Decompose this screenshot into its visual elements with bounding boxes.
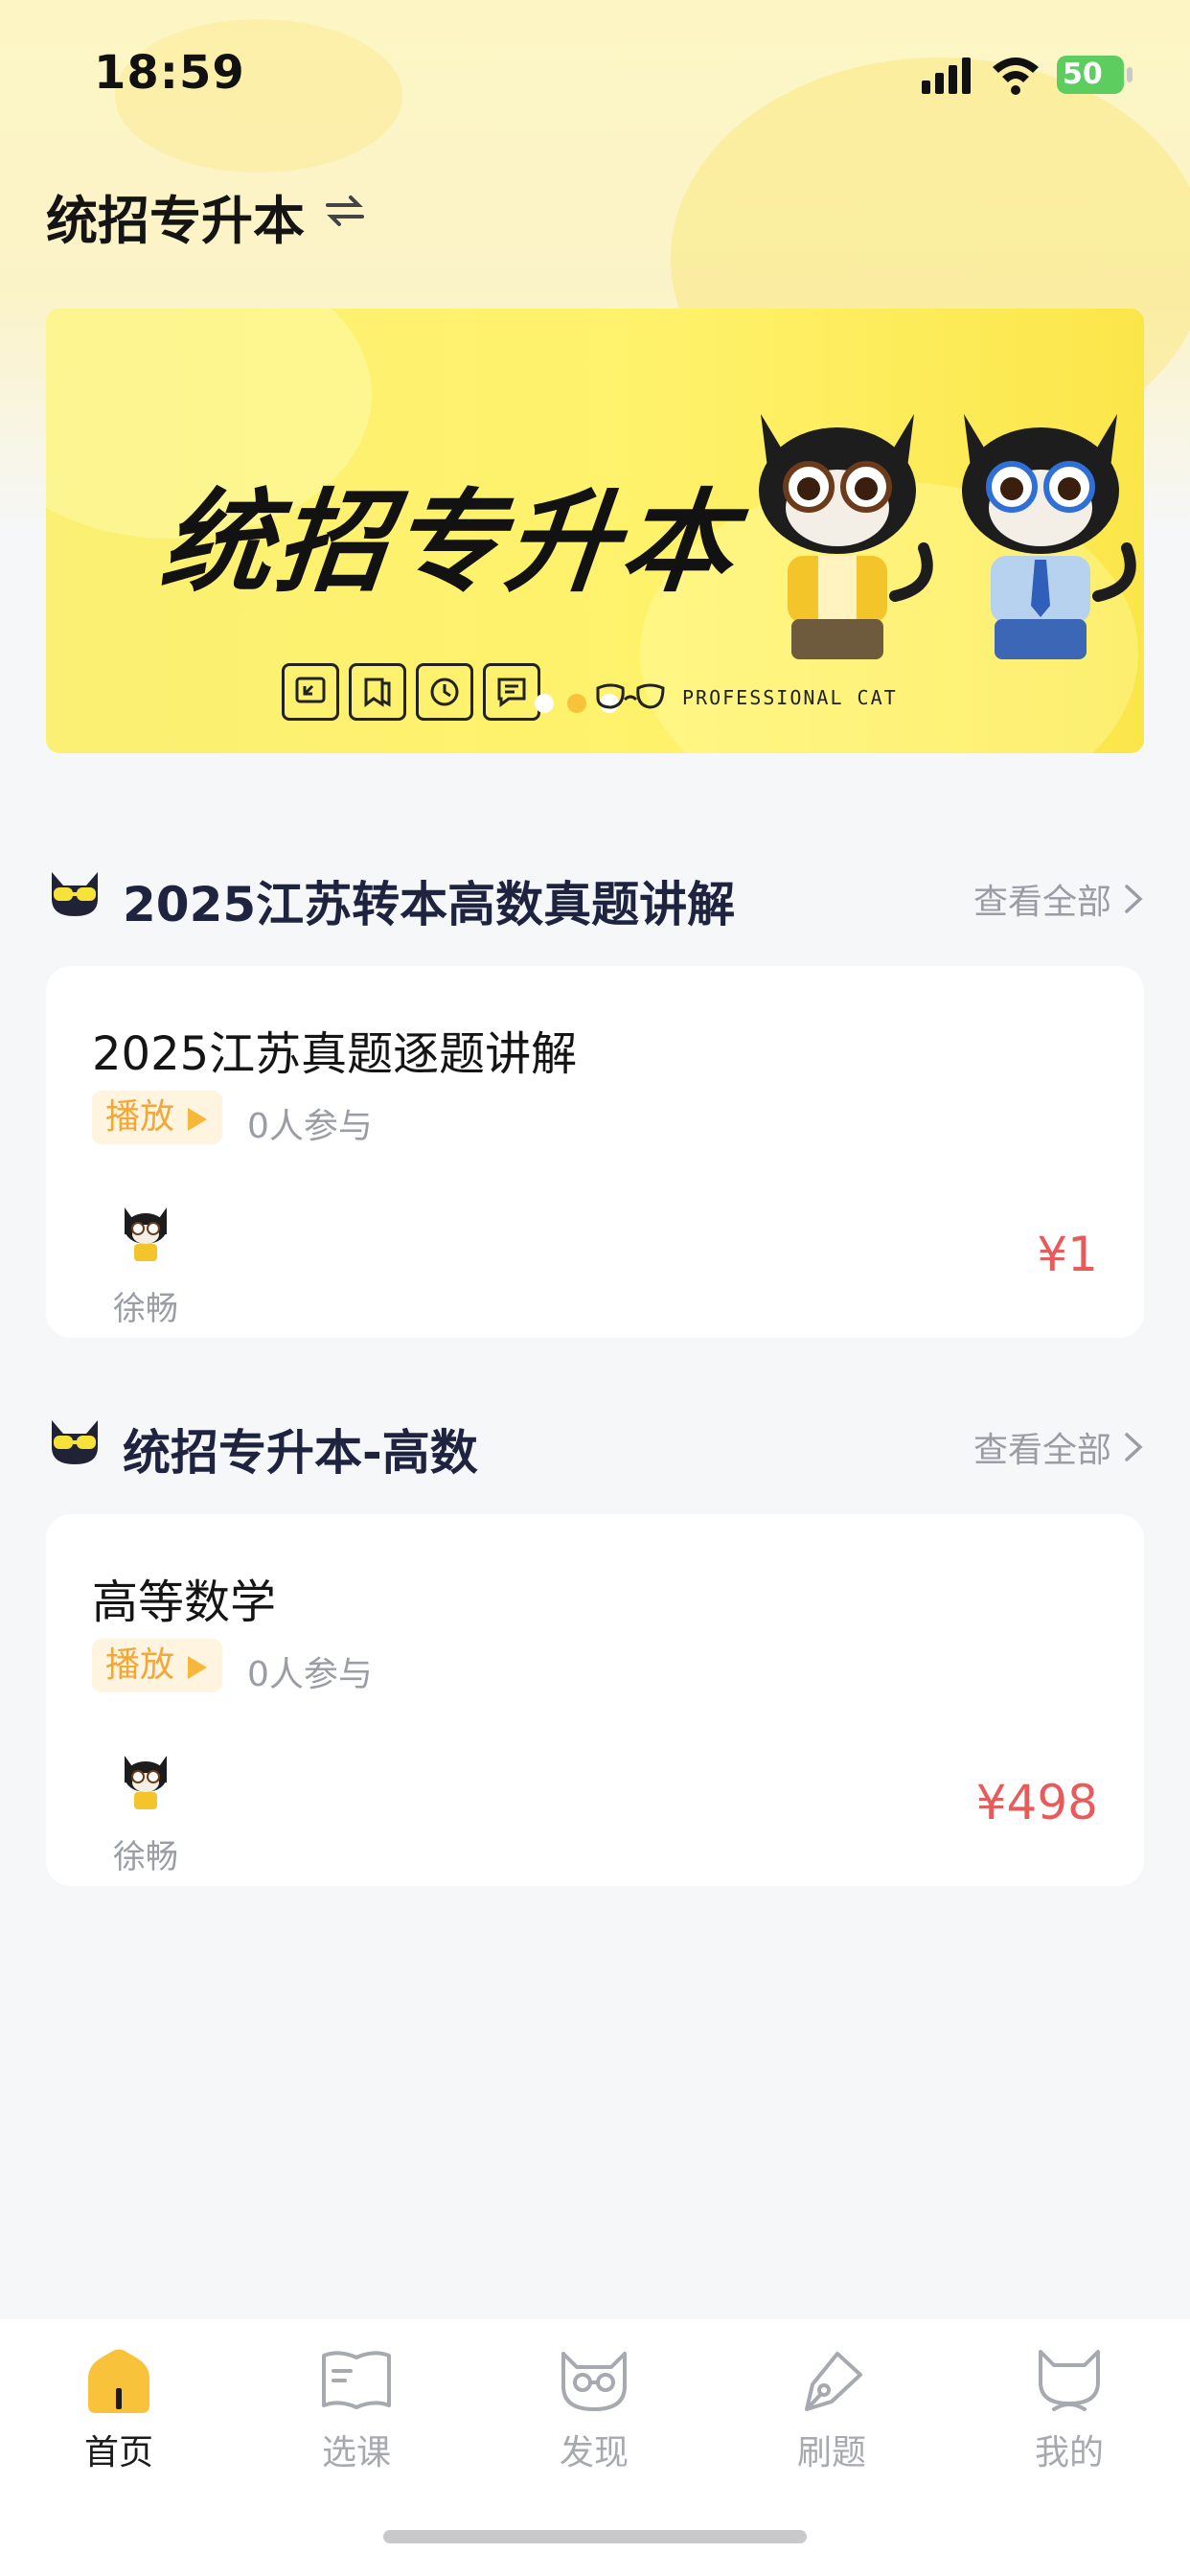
tab-discover[interactable]: 发现 [527,2346,661,2480]
tab-profile[interactable]: 我的 [1002,2346,1136,2480]
home-icon [88,2349,149,2413]
chevron-right-icon [1125,885,1143,913]
see-all-label: 查看全部 [973,883,1111,922]
brand-text: PROFESSIONAL CAT [682,686,898,709]
carousel-dot-active[interactable] [567,694,586,713]
course-card[interactable]: 高等数学 播放 0人参与 徐畅 ¥498 [46,1514,1144,1886]
book-icon [322,2351,391,2409]
participants-count: 0人参与 [247,1655,373,1694]
page-title[interactable]: 统招专升本 [46,178,305,254]
resize-icon [282,663,339,721]
status-bar: 18:59 50 [0,0,1190,144]
banner-title: 统招专升本 [154,478,744,608]
wifi-icon [993,58,1039,95]
banner-brand: PROFESSIONAL CAT [592,680,898,715]
section-header: 2025江苏转本高数真题讲解 查看全部 [46,859,1144,932]
section-title: 2025江苏转本高数真题讲解 [123,877,736,932]
play-icon [188,1656,207,1679]
avatar [109,1194,182,1267]
course-card[interactable]: 2025江苏真题逐题讲解 播放 0人参与 徐畅 ¥1 [46,966,1144,1338]
cat-mascot-icon [759,414,933,659]
cat-glasses-icon [52,1420,98,1464]
teacher-name: 徐畅 [113,1838,178,1876]
see-all-link[interactable]: 查看全部 [973,874,1144,924]
course-title: 2025江苏真题逐题讲解 [92,1027,578,1081]
history-icon [416,663,473,721]
note-icon [483,663,540,721]
cat-profile-icon [1039,2350,1100,2411]
banner-feature-icons [282,663,540,721]
tab-label: 发现 [559,2433,629,2472]
signal-icon [922,58,971,94]
avatar [109,1742,182,1815]
section-header: 统招专升本-高数 查看全部 [46,1407,1144,1481]
battery-indicator: 50 [1057,56,1124,94]
section-title: 统招专升本-高数 [123,1425,478,1481]
pen-icon [805,2352,862,2411]
tab-label: 刷题 [796,2433,866,2472]
status-time: 18:59 [94,46,245,100]
price: ¥1 [1037,1227,1098,1282]
tab-courses[interactable]: 选课 [289,2346,423,2480]
cat-glasses-icon [52,872,98,916]
course-title: 高等数学 [92,1576,277,1629]
switch-icon[interactable] [324,190,366,232]
price: ¥498 [975,1775,1098,1830]
battery-cap [1127,67,1133,82]
promo-banner[interactable]: 统招专升本 PROFESSIONAL CAT [46,309,1144,753]
cat-mascot-icon [962,414,1136,659]
see-all-label: 查看全部 [973,1431,1111,1470]
see-all-link[interactable]: 查看全部 [973,1422,1144,1472]
tab-label: 首页 [83,2433,153,2472]
bookmark-icon [349,663,406,721]
carousel-dot[interactable] [535,694,554,713]
play-icon [188,1108,207,1131]
participants-count: 0人参与 [247,1107,373,1146]
tab-home[interactable]: 首页 [52,2346,186,2480]
chevron-right-icon [1125,1433,1143,1461]
home-indicator[interactable] [383,2530,807,2543]
cat-glasses-icon [561,2352,627,2411]
tab-label: 我的 [1034,2433,1104,2472]
tab-label: 选课 [321,2433,391,2472]
cat-logo-icon [596,683,665,709]
teacher-name: 徐畅 [113,1290,178,1328]
tab-practice[interactable]: 刷题 [765,2346,899,2480]
